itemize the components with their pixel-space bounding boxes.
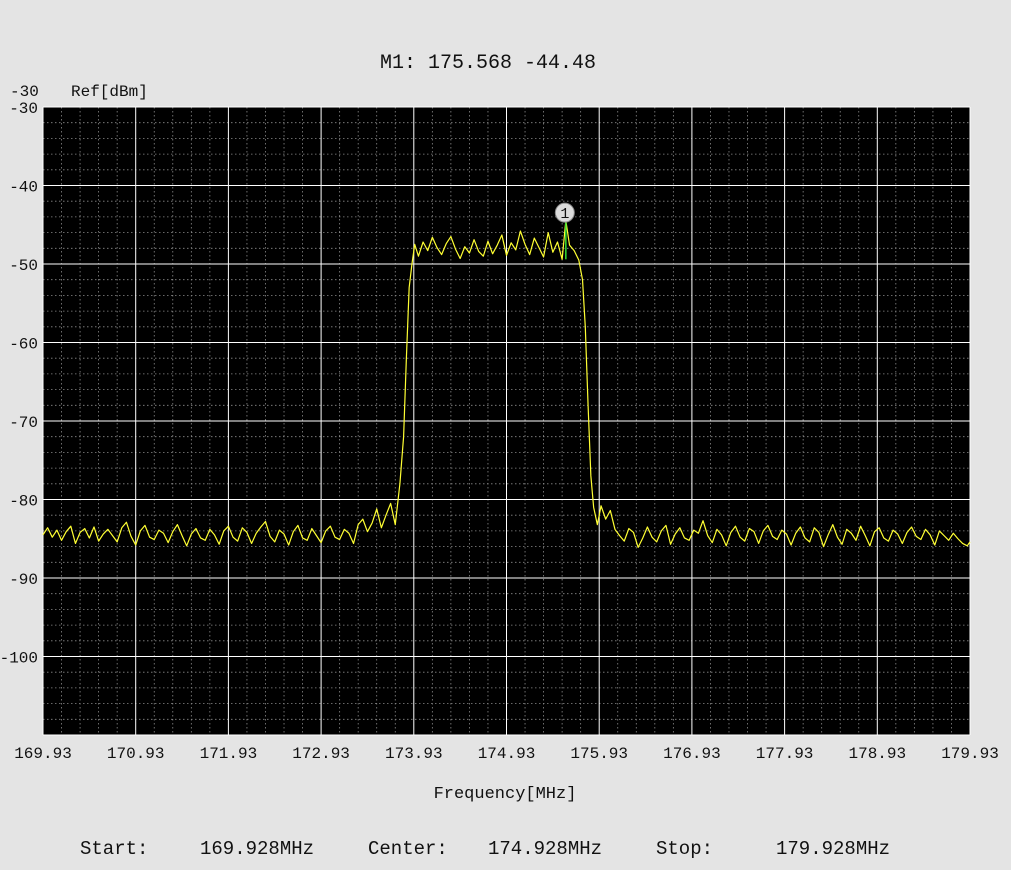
x-tick-label: 175.93 <box>570 745 628 763</box>
x-tick-labels: 169.93 170.93 171.93 172.93 173.93 174.93 175.… <box>14 745 999 763</box>
y-tick-label: -40 <box>9 179 38 197</box>
x-tick-label: 171.93 <box>200 745 258 763</box>
start-label: Start: <box>80 838 149 860</box>
stop-value: 179.928MHz <box>776 838 891 860</box>
x-axis-label: Frequency[MHz] <box>434 785 577 804</box>
y-tick-label: -50 <box>9 257 38 275</box>
marker-readout: M1: 175.568 -44.48 <box>380 52 596 75</box>
y-tick-label: -60 <box>9 336 38 354</box>
center-value: 174.928MHz <box>488 838 603 860</box>
spectrum-chart: M1: 175.568 -44.48 -30 Ref[dBm] 1 -30 -40… <box>0 52 999 804</box>
marker-number: 1 <box>560 206 569 223</box>
y-tick-label: -100 <box>0 650 38 668</box>
y-tick-label: -30 <box>9 100 38 118</box>
y-tick-label: -90 <box>9 571 38 589</box>
x-tick-label: 176.93 <box>663 745 721 763</box>
x-tick-label: 179.93 <box>941 745 999 763</box>
stop-label: Stop: <box>656 838 714 860</box>
y-tick-label: -70 <box>9 414 38 432</box>
ref-unit-label: Ref[dBm] <box>71 83 148 101</box>
x-tick-label: 170.93 <box>107 745 165 763</box>
start-value: 169.928MHz <box>200 838 315 860</box>
y-tick-labels: -30 -40 -50 -60 -70 -80 -90 -100 <box>0 100 38 668</box>
frequency-summary: Start: 169.928MHz Center: 174.928MHz Sto… <box>0 838 1011 868</box>
ref-level-value: -30 <box>10 83 39 101</box>
x-tick-label: 178.93 <box>848 745 906 763</box>
x-tick-label: 169.93 <box>14 745 72 763</box>
center-label: Center: <box>368 838 448 860</box>
x-tick-label: 173.93 <box>385 745 443 763</box>
y-tick-label: -80 <box>9 493 38 511</box>
x-tick-label: 172.93 <box>292 745 350 763</box>
x-tick-label: 177.93 <box>756 745 814 763</box>
x-tick-label: 174.93 <box>478 745 536 763</box>
